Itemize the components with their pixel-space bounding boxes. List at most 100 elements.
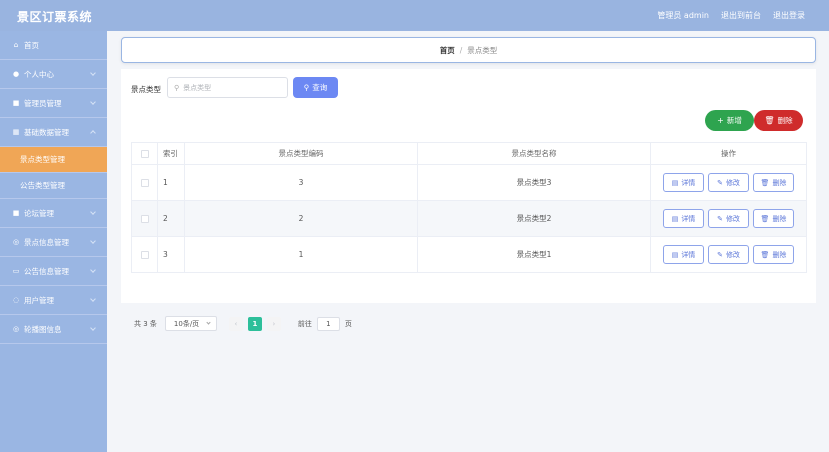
query-button[interactable]: ⚲ 查询 bbox=[293, 77, 338, 98]
row-ops: ▤ 详情 ✎ 修改 🗑 删除 bbox=[650, 236, 807, 273]
search-label: 景点类型 bbox=[131, 85, 161, 94]
detail-button[interactable]: ▤ 详情 bbox=[663, 245, 704, 264]
chevron-down-icon bbox=[90, 238, 96, 244]
row-checkbox[interactable] bbox=[140, 215, 149, 223]
select-all-cell bbox=[131, 142, 158, 165]
search-input[interactable]: ⚲ 景点类型 bbox=[167, 77, 288, 98]
sidebar-subitem-scenic-type[interactable]: 景点类型管理 bbox=[0, 147, 107, 173]
scenic-icon: ◎ bbox=[12, 238, 20, 246]
pagination-total: 共 3 条 bbox=[134, 319, 157, 328]
breadcrumb-home[interactable]: 首页 bbox=[440, 45, 455, 56]
delete-button[interactable]: 🗑 删除 bbox=[753, 173, 794, 192]
sidebar-item-home[interactable]: ⌂ 首页 bbox=[0, 31, 107, 60]
row-ops: ▤ 详情 ✎ 修改 🗑 删除 bbox=[650, 164, 807, 201]
batch-delete-label: 删除 bbox=[777, 116, 793, 125]
grid-icon: ▦ bbox=[12, 128, 20, 136]
header-index: 索引 bbox=[157, 142, 185, 165]
edit-label: 修改 bbox=[725, 178, 740, 187]
edit-button[interactable]: ✎ 修改 bbox=[708, 245, 749, 264]
edit-label: 修改 bbox=[725, 250, 740, 259]
document-icon: ▤ bbox=[671, 178, 679, 187]
row-name: 景点类型2 bbox=[417, 200, 651, 237]
document-icon: ▤ bbox=[671, 250, 679, 259]
detail-button[interactable]: ▤ 详情 bbox=[663, 173, 704, 192]
query-button-label: 查询 bbox=[312, 83, 328, 92]
edit-icon: ✎ bbox=[717, 214, 723, 223]
sidebar-item-label: 首页 bbox=[24, 40, 39, 50]
sidebar-item-personal-center[interactable]: ● 个人中心 bbox=[0, 60, 107, 89]
add-button[interactable]: + 新增 bbox=[705, 110, 754, 131]
sidebar-item-forum[interactable]: ■ 论坛管理 bbox=[0, 199, 107, 228]
sidebar-item-admin-management[interactable]: ■ 管理员管理 bbox=[0, 89, 107, 118]
sidebar-item-user-management[interactable]: ◌ 用户管理 bbox=[0, 286, 107, 315]
goto-page-input[interactable]: 1 bbox=[316, 316, 340, 331]
row-index: 1 bbox=[157, 164, 185, 201]
row-checkbox[interactable] bbox=[140, 179, 149, 187]
row-name: 景点类型3 bbox=[417, 164, 651, 201]
batch-delete-button[interactable]: 🗑 删除 bbox=[754, 110, 803, 131]
edit-icon: ✎ bbox=[717, 250, 723, 259]
row-code: 3 bbox=[184, 164, 418, 201]
sidebar-subitem-notice-type[interactable]: 公告类型管理 bbox=[0, 173, 107, 199]
row-checkbox[interactable] bbox=[140, 251, 149, 259]
sidebar-item-label: 用户管理 bbox=[24, 295, 54, 305]
trash-icon: 🗑 bbox=[760, 214, 770, 223]
trash-icon: 🗑 bbox=[760, 178, 770, 187]
table-row: 2 2 景点类型2 ▤ 详情 ✎ 修改 🗑 删除 bbox=[131, 200, 807, 237]
row-select-cell bbox=[131, 200, 158, 237]
detail-label: 详情 bbox=[681, 178, 696, 187]
chevron-up-icon bbox=[90, 130, 96, 136]
sidebar-item-scenic-info[interactable]: ◎ 景点信息管理 bbox=[0, 228, 107, 257]
delete-label: 删除 bbox=[772, 250, 787, 259]
edit-button[interactable]: ✎ 修改 bbox=[708, 173, 749, 192]
row-select-cell bbox=[131, 236, 158, 273]
prev-page-button[interactable]: ‹ bbox=[228, 316, 243, 331]
delete-button[interactable]: 🗑 删除 bbox=[753, 245, 794, 264]
sidebar: ⌂ 首页 ● 个人中心 ■ 管理员管理 ▦ 基础数据管理 景点类型管理 公告类型… bbox=[0, 31, 107, 452]
document-icon: ▤ bbox=[671, 214, 679, 223]
back-to-front-link[interactable]: 退出到前台 bbox=[721, 10, 761, 21]
breadcrumb: 首页 / 景点类型 bbox=[121, 37, 816, 63]
sidebar-item-label: 景点信息管理 bbox=[24, 237, 69, 247]
plus-icon: + bbox=[717, 116, 724, 125]
trash-icon: 🗑 bbox=[764, 116, 775, 125]
carousel-icon: ◎ bbox=[12, 325, 20, 333]
top-bar: 景区订票系统 管理员 admin 退出到前台 退出登录 bbox=[0, 0, 829, 31]
detail-label: 详情 bbox=[681, 214, 696, 223]
row-code: 1 bbox=[184, 236, 418, 273]
next-page-button[interactable]: › bbox=[266, 316, 281, 331]
sidebar-item-carousel[interactable]: ◎ 轮播图信息 bbox=[0, 315, 107, 344]
sidebar-item-label: 公告信息管理 bbox=[24, 266, 69, 276]
table-row: 1 3 景点类型3 ▤ 详情 ✎ 修改 🗑 删除 bbox=[131, 164, 807, 201]
page-size-select[interactable]: 10条/页 bbox=[164, 316, 217, 331]
sidebar-item-label: 管理员管理 bbox=[24, 98, 62, 108]
sidebar-item-label: 轮播图信息 bbox=[24, 324, 62, 334]
edit-icon: ✎ bbox=[717, 178, 723, 187]
detail-button[interactable]: ▤ 详情 bbox=[663, 209, 704, 228]
users-icon: ◌ bbox=[12, 296, 20, 304]
chevron-down-icon bbox=[90, 267, 96, 273]
select-all-checkbox[interactable] bbox=[140, 150, 149, 158]
top-bar-right: 管理员 admin 退出到前台 退出登录 bbox=[657, 10, 805, 21]
app-title: 景区订票系统 bbox=[17, 10, 93, 24]
edit-label: 修改 bbox=[725, 214, 740, 223]
delete-button[interactable]: 🗑 删除 bbox=[753, 209, 794, 228]
header-ops: 操作 bbox=[650, 142, 807, 165]
current-page-button[interactable]: 1 bbox=[247, 316, 262, 331]
sidebar-item-basic-data[interactable]: ▦ 基础数据管理 bbox=[0, 118, 107, 147]
header-name: 景点类型名称 bbox=[417, 142, 651, 165]
search-icon: ⚲ bbox=[303, 83, 310, 92]
main-area: 首页 / 景点类型 景点类型 ⚲ 景点类型 ⚲ 查询 + 新增 🗑 删除 索引 … bbox=[107, 31, 829, 452]
breadcrumb-separator: / bbox=[459, 45, 463, 55]
sidebar-item-notice-info[interactable]: ▭ 公告信息管理 bbox=[0, 257, 107, 286]
chevron-down-icon bbox=[90, 325, 96, 331]
delete-label: 删除 bbox=[772, 214, 787, 223]
edit-button[interactable]: ✎ 修改 bbox=[708, 209, 749, 228]
logout-link[interactable]: 退出登录 bbox=[773, 10, 805, 21]
user-icon: ● bbox=[12, 70, 20, 78]
sidebar-item-label: 个人中心 bbox=[24, 69, 54, 79]
chevron-down-icon bbox=[90, 70, 96, 76]
trash-icon: 🗑 bbox=[760, 250, 770, 259]
sidebar-item-label: 论坛管理 bbox=[24, 208, 54, 218]
header-code: 景点类型编码 bbox=[184, 142, 418, 165]
